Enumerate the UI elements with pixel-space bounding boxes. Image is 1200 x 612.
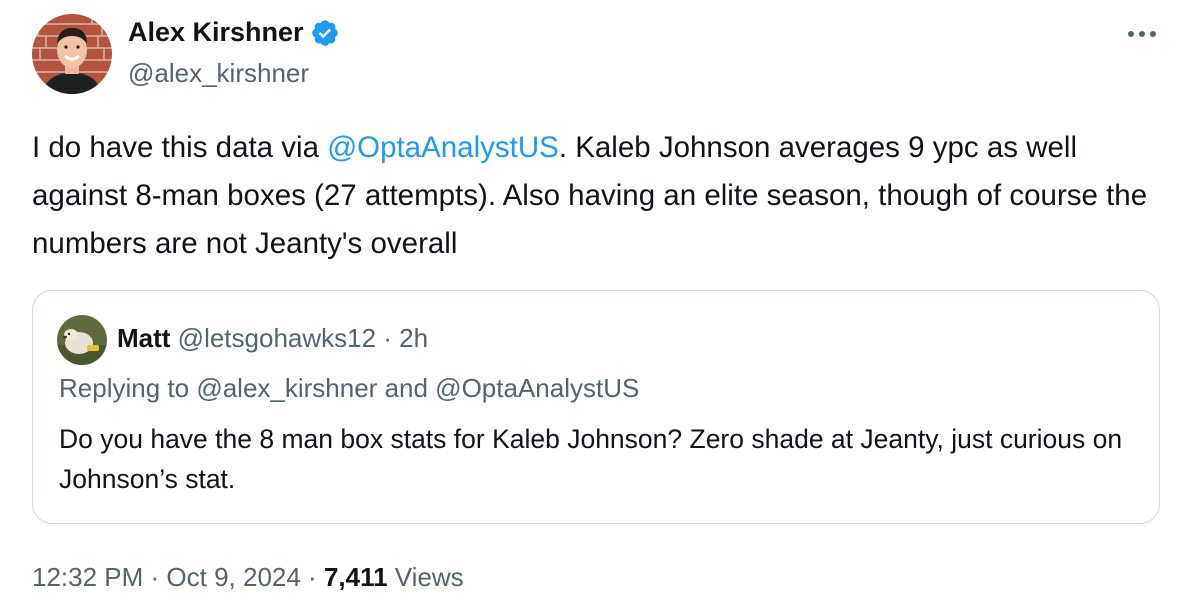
views-label: Views <box>387 562 464 592</box>
quote-replying-to: Replying to @alex_kirshner and @OptaAnal… <box>59 373 639 404</box>
quote-avatar[interactable] <box>57 315 107 365</box>
author-name-text[interactable]: Alex Kirshner <box>128 17 304 48</box>
meta-dot-1: · <box>143 562 167 592</box>
verified-badge-icon <box>311 19 338 46</box>
more-button[interactable] <box>1126 18 1158 50</box>
quote-header: Matt @letsgohawks12 · 2h <box>117 323 428 354</box>
more-horizontal-icon <box>1128 31 1156 37</box>
tweet-text: I do have this data via @OptaAnalystUS. … <box>32 124 1162 268</box>
author-avatar[interactable] <box>32 14 112 94</box>
quote-text: Do you have the 8 man box stats for Kale… <box>59 424 1123 494</box>
tweet-date[interactable]: Oct 9, 2024 <box>166 562 300 592</box>
replying-and: and <box>377 373 436 403</box>
meta-dot-2: · <box>300 562 324 592</box>
quote-author-handle[interactable]: @letsgohawks12 <box>178 323 376 353</box>
quote-author-name[interactable]: Matt <box>117 323 170 353</box>
mention-link[interactable]: @OptaAnalystUS <box>327 131 559 164</box>
avatar-photo <box>32 14 112 94</box>
tweet-meta: 12:32 PM · Oct 9, 2024 · 7,411 Views <box>32 562 464 593</box>
tweet-time[interactable]: 12:32 PM <box>32 562 143 592</box>
tweet-text-before: I do have this data via <box>32 131 328 164</box>
replying-user-2[interactable]: @OptaAnalystUS <box>435 373 639 403</box>
author-handle[interactable]: @alex_kirshner <box>128 58 309 89</box>
tweet: Alex Kirshner @alex_kirshner I do have t… <box>0 0 1200 612</box>
dog-photo-avatar <box>57 315 107 365</box>
quote-separator: · <box>376 323 400 353</box>
quote-time[interactable]: 2h <box>399 323 428 353</box>
views-count[interactable]: 7,411 <box>324 562 388 592</box>
quote-tweet-card[interactable]: Matt @letsgohawks12 · 2h Replying to @al… <box>32 290 1160 524</box>
replying-user-1[interactable]: @alex_kirshner <box>196 373 377 403</box>
author-name[interactable]: Alex Kirshner <box>128 17 340 48</box>
replying-prefix: Replying to <box>59 373 197 403</box>
